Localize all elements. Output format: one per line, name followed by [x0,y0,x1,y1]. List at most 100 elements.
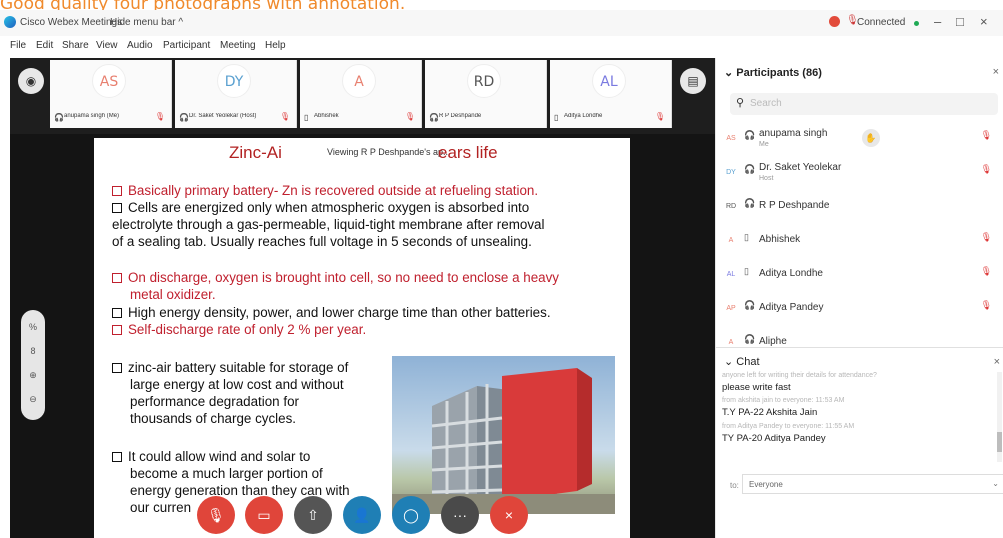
muted-mic-icon[interactable]: 🎙 [981,232,992,243]
video-tile[interactable]: RD 🎧 R P Deshpande [425,60,547,128]
bullet-line: performance degradation for [130,394,299,409]
menu-edit[interactable]: Edit [36,40,53,51]
participant-search-input[interactable]: ⚲ Search [730,93,998,115]
avatar: AL [722,266,740,284]
participant-row[interactable]: RD 🎧 R P Deshpande [716,192,1003,222]
muted-mic-icon[interactable]: 🎙 [981,266,992,277]
video-tile[interactable]: AS 🎧 anupama singh (Me) 🎙 [50,60,172,128]
slide-title-right: ears life [438,143,498,162]
participants-button[interactable]: 👤 [343,496,381,534]
participant-name: Aditya Londhe [759,268,823,279]
close-panel-icon[interactable]: × [993,66,999,78]
video-tile[interactable]: AL ▯ Aditya Londhe 🎙 [550,60,672,128]
tile-name: R P Deshpande [439,113,482,119]
share-icon: ⇧ [307,507,319,523]
connection-status[interactable]: Connected [857,17,905,28]
avatar: A [722,334,740,347]
bullet-zinc-air-storage: zinc-air battery suitable for storage of [112,359,348,376]
bullet-line: become a much larger portion of [130,466,323,481]
menu-help[interactable]: Help [265,40,286,51]
app-title: Cisco Webex Meetings [20,17,123,28]
sharing-banner[interactable]: Viewing R P Deshpande's ap... [322,145,456,162]
participant-row[interactable]: DY 🎧 Dr. Saket Yeolekar Host 🎙 [716,158,1003,188]
menu-view[interactable]: View [96,40,118,51]
side-panel: ⌄ Participants (86) × ⚲ Search AS 🎧 anup… [715,58,1003,538]
mic-icon: 🎧 [54,113,64,122]
close-window-button[interactable]: × [980,14,988,29]
checkbox-bullet-icon [112,186,122,196]
participant-row[interactable]: AP 🎧 Aditya Pandey 🎙 [716,294,1003,324]
chat-meta: from Aditya Pandey to everyone: 11:55 AM [722,423,855,430]
bullet-wind-solar: It could allow wind and solar to [112,448,310,465]
bullet-primary-battery: Basically primary battery- Zn is recover… [112,182,538,199]
strip-right-arrow-icon[interactable]: ▤ [680,68,706,94]
headset-icon: 🎧 [744,164,756,174]
chat-recipient-select[interactable]: Everyone ⌄ [742,474,1003,494]
close-chat-icon[interactable]: × [994,356,1000,368]
chevron-down-icon: ⌄ [992,479,999,488]
muted-mic-icon[interactable]: 🎙 [981,300,992,311]
maximize-button[interactable]: □ [956,14,964,29]
participants-header[interactable]: ⌄ Participants (86) [724,66,822,79]
tile-name: Dr. Saket Yeolekar (Host) [189,113,257,119]
participant-row[interactable]: A 🎧 Aliphe [716,328,1003,347]
participant-row[interactable]: AS 🎧 anupama singh Me ✋ 🎙 [716,124,1003,154]
bullet-line: our curren [130,500,192,515]
tile-name: Abhishek [314,113,339,119]
participant-role: Me [759,141,769,148]
zoom-in-icon[interactable]: ⊕ [27,370,39,381]
chat-scrollbar[interactable] [997,372,1002,462]
pointer-tool-icon[interactable]: % [27,322,39,332]
participant-name: R P Deshpande [759,200,830,211]
avatar: AS [92,64,126,98]
more-options-button[interactable]: ··· [441,496,479,534]
stop-video-button[interactable]: ▭ [245,496,283,534]
mute-button[interactable]: 🎙 [197,496,235,534]
avatar: AL [592,64,626,98]
phone-icon: ▯ [744,232,749,242]
bullet-line: of a sealing tab. Usually reaches full v… [112,234,532,249]
checkbox-bullet-icon [112,203,122,213]
video-strip: ◉ AS 🎧 anupama singh (Me) 🎙 DY 🎧 Dr. Saket… [10,58,715,134]
share-button[interactable]: ⇧ [294,496,332,534]
chat-button[interactable]: ◯ [392,496,430,534]
pen-tool-icon[interactable]: 8 [27,346,39,356]
muted-mic-icon: 🎙 [404,112,415,121]
muted-mic-icon[interactable]: 🎙 [981,164,992,175]
minimize-button[interactable]: – [934,14,941,29]
chat-panel: ⌄ Chat × anyone left for writing their d… [716,347,1003,538]
menu-participant[interactable]: Participant [163,40,210,51]
menu-file[interactable]: File [10,40,26,51]
avatar: RD [722,198,740,216]
building-photo [392,356,615,514]
participant-row[interactable]: A ▯ Abhishek 🎙 [716,226,1003,256]
title-bar: Cisco Webex Meetings Hide menu bar ^ 🎙 C… [0,10,1003,36]
zoom-out-icon[interactable]: ⊖ [27,394,39,405]
hide-menu-bar-button[interactable]: Hide menu bar ^ [110,17,183,28]
bullet-line: metal oxidizer. [130,287,216,302]
muted-mic-icon: 🎙 [654,112,665,121]
close-icon: × [504,507,514,523]
video-tile[interactable]: DY 🎧 Dr. Saket Yeolekar (Host) 🎙 [175,60,297,128]
menu-share[interactable]: Share [62,40,89,51]
chat-header[interactable]: ⌄ Chat [724,355,760,368]
menu-meeting[interactable]: Meeting [220,40,256,51]
participant-row[interactable]: AL ▯ Aditya Londhe 🎙 [716,260,1003,290]
headset-icon: 🎧 [744,198,756,208]
checkbox-bullet-icon [112,308,122,318]
chat-message: please write fast [722,382,791,393]
leave-meeting-button[interactable]: × [490,496,528,534]
chat-bubble-icon: ◯ [403,507,419,523]
raise-hand-icon[interactable]: ✋ [862,129,880,147]
chat-message: T.Y PA-22 Akshita Jain [722,407,818,418]
strip-left-arrow-icon[interactable]: ◉ [18,68,44,94]
video-tile[interactable]: A ▯ Abhishek 🎙 [300,60,422,128]
chat-to-label: to: [730,481,739,490]
participant-name: Aliphe [759,336,787,347]
menu-audio[interactable]: Audio [127,40,153,51]
menu-bar: File Edit Share View Audio Participant M… [0,36,1003,56]
recording-icon[interactable] [829,16,840,27]
scroll-thumb[interactable] [997,432,1002,452]
muted-mic-icon[interactable]: 🎙 [981,130,992,141]
participant-name: anupama singh [759,128,828,139]
